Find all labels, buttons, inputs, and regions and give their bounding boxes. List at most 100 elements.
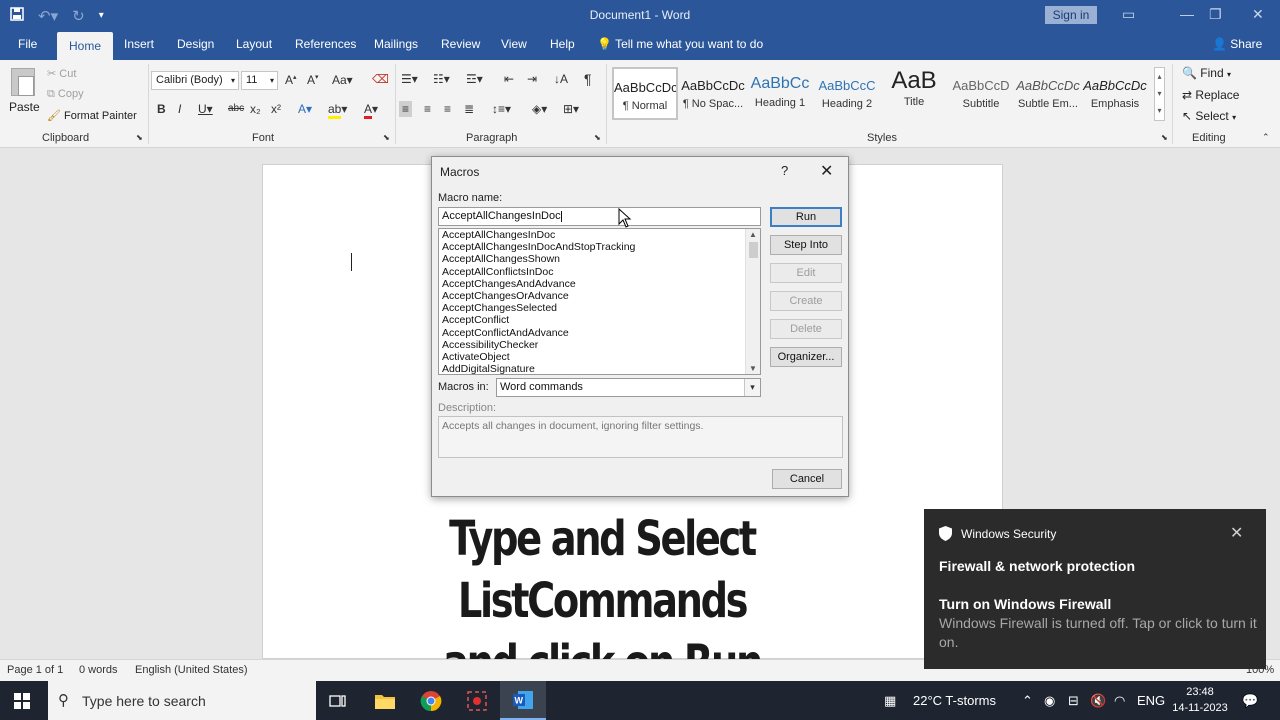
copy-button[interactable]: ⧉ Copy — [47, 88, 84, 101]
style-heading-1[interactable]: AaBbCc Heading 1 — [747, 67, 813, 120]
close-icon[interactable]: ✕ — [820, 161, 833, 181]
sort-icon[interactable]: ↓A — [554, 72, 568, 86]
language[interactable]: English (United States) — [135, 664, 248, 676]
style-no-spacing[interactable]: AaBbCcDc ¶ No Spac... — [680, 67, 746, 120]
cut-button[interactable]: ✂ Cut — [47, 67, 76, 80]
tab-layout[interactable]: Layout — [236, 37, 272, 51]
align-center-icon[interactable]: ≡ — [424, 102, 431, 116]
tab-view[interactable]: View — [501, 37, 527, 51]
tab-home[interactable]: Home — [57, 32, 114, 60]
font-family-select[interactable]: Calibri (Body) ▾ — [151, 71, 239, 90]
style-heading-2[interactable]: AaBbCcC Heading 2 — [814, 67, 880, 120]
tab-help[interactable]: Help — [550, 37, 575, 51]
step-into-button[interactable]: Step Into — [770, 235, 842, 255]
volume-muted-icon[interactable]: 🔇 — [1090, 693, 1106, 709]
styles-launcher-icon[interactable]: ⬊ — [1161, 133, 1168, 142]
chrome-icon[interactable] — [408, 681, 454, 720]
style-normal[interactable]: AaBbCcDc ¶ Normal — [612, 67, 678, 120]
security-notification[interactable]: Windows Security ✕ Firewall & network pr… — [924, 509, 1266, 669]
word-count[interactable]: 0 words — [79, 664, 118, 676]
font-size-select[interactable]: 11 ▾ — [241, 71, 278, 90]
chevron-down-icon[interactable]: ▾ — [1155, 85, 1164, 102]
input-language[interactable]: ENG — [1137, 693, 1165, 708]
cancel-button[interactable]: Cancel — [772, 469, 842, 489]
network-icon[interactable]: ⊟ — [1068, 693, 1079, 709]
font-launcher-icon[interactable]: ⬊ — [383, 133, 390, 142]
superscript-icon[interactable]: x² — [271, 102, 281, 116]
meet-now-icon[interactable]: ◉ — [1044, 693, 1055, 709]
delete-button[interactable]: Delete — [770, 319, 842, 339]
style-subtle-emphasis[interactable]: AaBbCcDc Subtle Em... — [1015, 67, 1081, 120]
styles-scroll[interactable]: ▴ ▾ ▾ — [1154, 67, 1165, 121]
help-icon[interactable]: ? — [781, 163, 788, 178]
close-icon[interactable]: ✕ — [1230, 523, 1243, 543]
collapse-ribbon-icon[interactable]: ⌃ — [1262, 132, 1270, 143]
grow-font-icon[interactable]: A▴ — [285, 73, 297, 87]
macro-list-scrollbar[interactable]: ▲ ▼ — [745, 229, 760, 374]
maximize-icon[interactable]: ❐ — [1209, 6, 1222, 23]
macro-list-item[interactable]: AcceptConflict — [439, 314, 760, 326]
tell-me-search[interactable]: 💡 Tell me what you want to do — [597, 37, 763, 51]
weather-text[interactable]: 22°C T-storms — [913, 693, 996, 708]
style-subtitle[interactable]: AaBbCcD Subtitle — [948, 67, 1014, 120]
clock[interactable]: 23:48 14-11-2023 — [1170, 684, 1230, 716]
macro-list-item[interactable]: AcceptChangesSelected — [439, 302, 760, 314]
style-title[interactable]: AaB Title — [881, 67, 947, 120]
replace-button[interactable]: ⇄ Replace — [1182, 88, 1239, 102]
highlight-icon[interactable]: ab▾ — [328, 102, 347, 119]
macro-list-item[interactable]: AcceptConflictAndAdvance — [439, 327, 760, 339]
scroll-thumb[interactable] — [749, 242, 758, 258]
organizer-button[interactable]: Organizer... — [770, 347, 842, 367]
sign-in-button[interactable]: Sign in — [1045, 6, 1097, 24]
wifi-icon[interactable]: ◠ — [1114, 693, 1125, 709]
decrease-indent-icon[interactable]: ⇤ — [504, 72, 514, 86]
macro-list-item[interactable]: AcceptAllChangesInDoc — [439, 229, 760, 241]
close-window-icon[interactable]: ✕ — [1252, 6, 1264, 23]
tab-references[interactable]: References — [295, 37, 356, 51]
subscript-icon[interactable]: x₂ — [250, 102, 261, 116]
paste-button[interactable]: Paste — [9, 68, 40, 130]
macro-list-item[interactable]: AccessibilityChecker — [439, 339, 760, 351]
edit-button[interactable]: Edit — [770, 263, 842, 283]
page-count[interactable]: Page 1 of 1 — [7, 664, 63, 676]
font-color-icon[interactable]: A▾ — [364, 102, 378, 119]
multilevel-list-icon[interactable]: ☲▾ — [466, 72, 483, 86]
format-painter-button[interactable]: 🖌 Format Painter — [47, 109, 137, 122]
screen-recorder-icon[interactable] — [454, 681, 500, 720]
underline-icon[interactable]: U▾ — [198, 102, 213, 116]
macros-in-select[interactable]: Word commands ▾ — [496, 378, 761, 397]
chevron-up-icon[interactable]: ▴ — [1155, 68, 1164, 85]
show-formatting-marks-icon[interactable]: ¶ — [584, 71, 592, 87]
create-button[interactable]: Create — [770, 291, 842, 311]
expand-gallery-icon[interactable]: ▾ — [1155, 102, 1164, 119]
macro-list-item[interactable]: AcceptAllConflictsInDoc — [439, 266, 760, 278]
find-button[interactable]: 🔍 Find ▾ — [1182, 66, 1231, 80]
change-case-icon[interactable]: Aa▾ — [332, 73, 353, 87]
macro-name-input[interactable]: AcceptAllChangesInDoc — [438, 207, 761, 226]
macro-list-item[interactable]: ActivateObject — [439, 351, 760, 363]
weather-icon[interactable]: ▦ — [884, 693, 896, 709]
macro-list-item[interactable]: AddDigitalSignature — [439, 363, 760, 374]
line-spacing-icon[interactable]: ↕≡▾ — [492, 102, 511, 116]
macro-list-item[interactable]: AcceptChangesOrAdvance — [439, 290, 760, 302]
paragraph-launcher-icon[interactable]: ⬊ — [594, 133, 601, 142]
ribbon-display-options-icon[interactable]: ▭ — [1122, 6, 1135, 23]
macro-list[interactable]: AcceptAllChangesInDoc AcceptAllChangesInD… — [438, 228, 761, 375]
windows-start-icon[interactable] — [14, 693, 30, 709]
align-right-icon[interactable]: ≡ — [444, 102, 451, 116]
chevron-down-icon[interactable]: ▾ — [744, 379, 760, 396]
share-button[interactable]: 👤 Share — [1212, 37, 1262, 51]
tab-mailings[interactable]: Mailings — [374, 37, 418, 51]
clipboard-launcher-icon[interactable]: ⬊ — [136, 133, 143, 142]
clear-formatting-icon[interactable]: ⌫ — [372, 72, 389, 86]
borders-icon[interactable]: ⊞▾ — [563, 102, 579, 116]
style-emphasis[interactable]: AaBbCcDc Emphasis — [1082, 67, 1148, 120]
italic-icon[interactable]: I — [178, 102, 181, 116]
tab-design[interactable]: Design — [177, 37, 214, 51]
macro-list-item[interactable]: AcceptChangesAndAdvance — [439, 278, 760, 290]
bullets-icon[interactable]: ☰▾ — [401, 72, 418, 86]
tab-insert[interactable]: Insert — [124, 37, 154, 51]
strikethrough-icon[interactable]: abc — [228, 103, 244, 114]
run-button[interactable]: Run — [770, 207, 842, 227]
minimize-icon[interactable]: — — [1180, 6, 1194, 22]
